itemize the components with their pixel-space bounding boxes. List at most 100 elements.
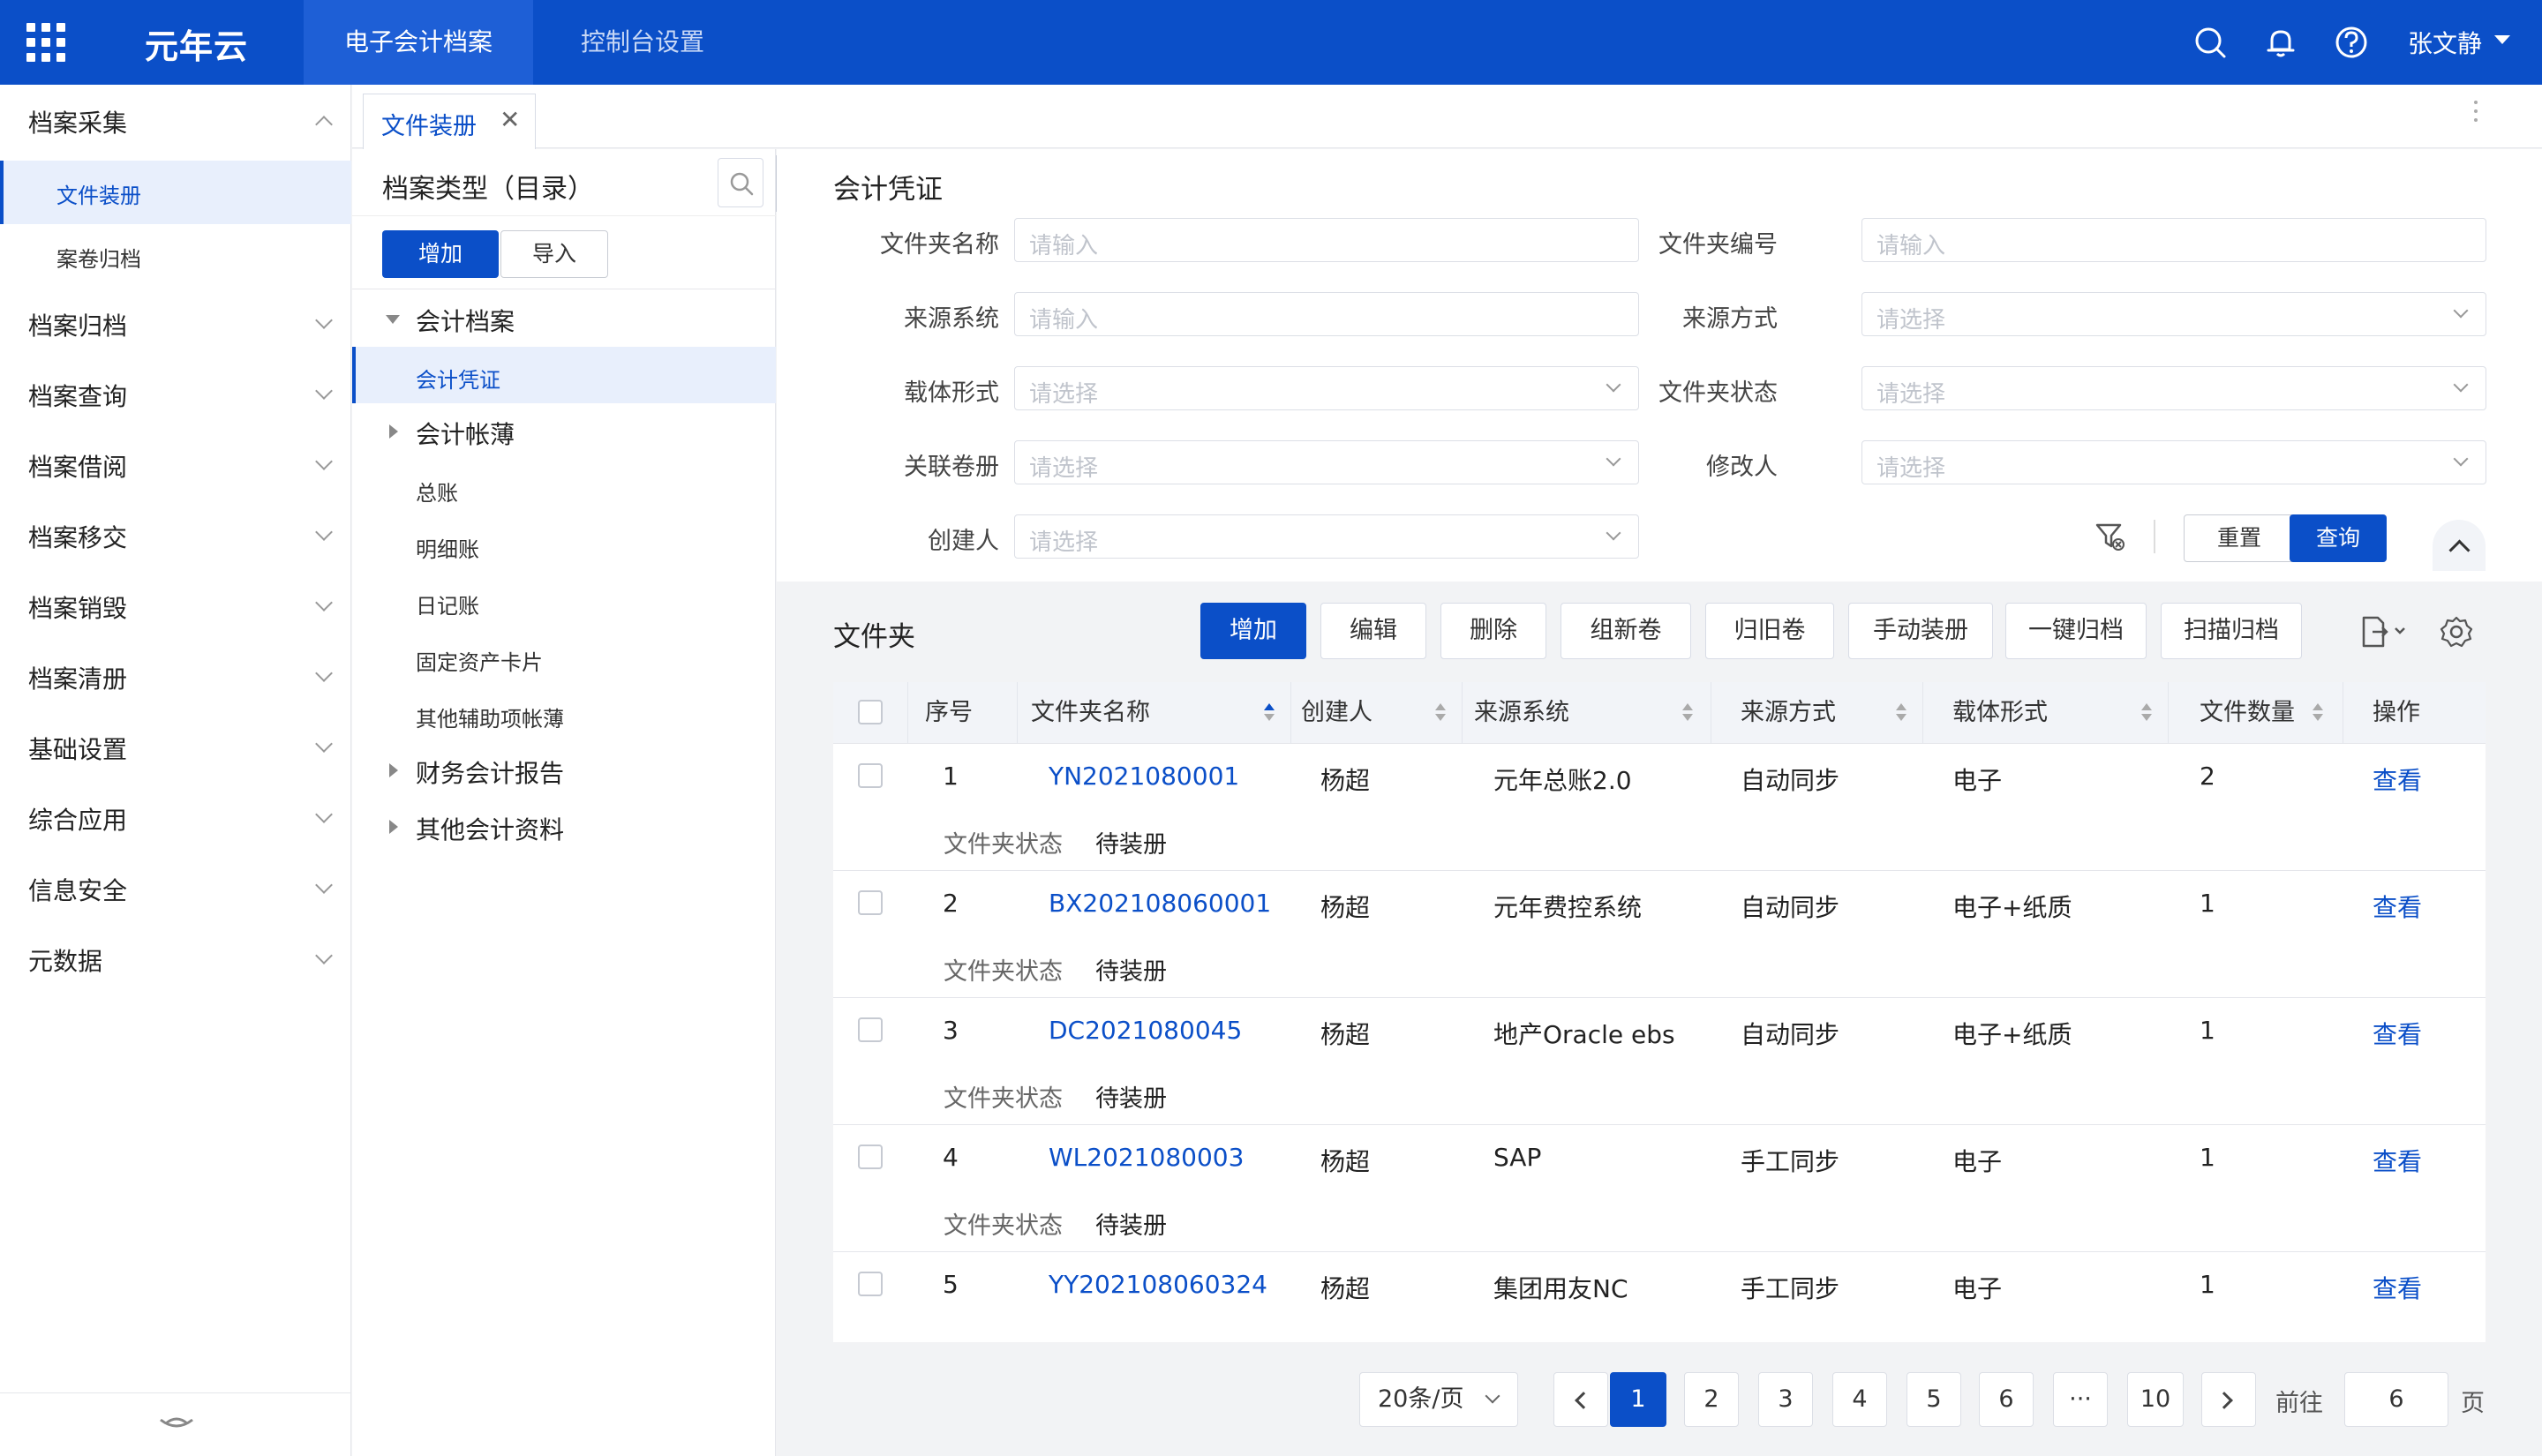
sort-icon[interactable] — [1682, 703, 1693, 723]
tree-node-journal[interactable]: 日记账 — [352, 573, 776, 629]
tab-file-binding[interactable]: 文件装册 ✕ — [363, 94, 536, 149]
nav-tab-console-settings[interactable]: 控制台设置 — [540, 0, 745, 85]
sort-icon[interactable] — [2313, 703, 2323, 723]
goto-page-input[interactable]: 6 — [2344, 1372, 2448, 1427]
page-ellipsis-button[interactable]: ··· — [2053, 1372, 2108, 1427]
tree-import-button[interactable]: 导入 — [500, 230, 608, 278]
caret-down-icon[interactable] — [386, 315, 400, 324]
reset-button[interactable]: 重置 — [2184, 514, 2295, 562]
row-checkbox[interactable] — [858, 763, 883, 788]
tree-node-other-aux-books[interactable]: 其他辅助项帐薄 — [352, 686, 776, 742]
edit-folder-button[interactable]: 编辑 — [1320, 603, 1426, 659]
tree-node-accounting-voucher[interactable]: 会计凭证 — [352, 347, 776, 403]
bell-icon[interactable] — [2263, 25, 2298, 60]
page-5-button[interactable]: 5 — [1906, 1372, 1961, 1427]
old-volume-button[interactable]: 归旧卷 — [1705, 603, 1834, 659]
view-link[interactable]: 查看 — [2373, 1270, 2422, 1305]
sidebar-group-basic-settings[interactable]: 基础设置 — [0, 711, 351, 782]
row-checkbox[interactable] — [858, 1017, 883, 1042]
tree-node-other-materials[interactable]: 其他会计资料 — [352, 799, 776, 855]
page-10-button[interactable]: 10 — [2127, 1372, 2184, 1427]
prev-page-button[interactable] — [1553, 1372, 1608, 1427]
tree-search-button[interactable] — [718, 158, 763, 207]
sidebar-group-archiving[interactable]: 档案归档 — [0, 288, 351, 358]
sidebar-group-borrowing[interactable]: 档案借阅 — [0, 429, 351, 499]
close-icon[interactable]: ✕ — [500, 105, 520, 134]
user-menu[interactable]: 张文静 — [2408, 25, 2482, 60]
export-icon[interactable] — [2358, 614, 2411, 649]
view-link[interactable]: 查看 — [2373, 889, 2422, 924]
column-header-creator[interactable]: 创建人 — [1301, 682, 1373, 744]
folder-name-link[interactable]: YY202108060324 — [1049, 1270, 1267, 1299]
view-link[interactable]: 查看 — [2373, 1016, 2422, 1051]
sort-icon[interactable] — [1264, 703, 1275, 723]
sidebar-group-archive-collection[interactable]: 档案采集 — [0, 85, 351, 155]
add-folder-button[interactable]: 增加 — [1200, 603, 1306, 659]
sidebar-item-file-binding[interactable]: 文件装册 — [0, 161, 351, 224]
sidebar-group-info-security[interactable]: 信息安全 — [0, 852, 351, 923]
sidebar-group-inventory[interactable]: 档案清册 — [0, 641, 351, 711]
sort-icon[interactable] — [1435, 703, 1446, 723]
sidebar-group-transfer[interactable]: 档案移交 — [0, 499, 351, 570]
query-button[interactable]: 查询 — [2290, 514, 2387, 562]
column-header-file-count[interactable]: 文件数量 — [2200, 682, 2295, 744]
chevron-down-icon[interactable] — [2494, 35, 2510, 44]
next-page-button[interactable] — [2201, 1372, 2256, 1427]
page-3-button[interactable]: 3 — [1758, 1372, 1813, 1427]
column-header-carrier[interactable]: 载体形式 — [1952, 682, 2048, 744]
collapse-filter-button[interactable] — [2433, 520, 2486, 571]
folder-name-link[interactable]: DC2021080045 — [1049, 1016, 1242, 1045]
tree-node-financial-report[interactable]: 财务会计报告 — [352, 742, 776, 799]
gear-icon[interactable] — [2439, 614, 2474, 649]
select-all-checkbox[interactable] — [858, 700, 883, 724]
collapse-sidebar-icon[interactable] — [157, 1411, 196, 1437]
sort-icon[interactable] — [1896, 703, 1906, 723]
apps-grid-icon[interactable] — [26, 23, 65, 62]
sidebar-group-destruction[interactable]: 档案销毁 — [0, 570, 351, 641]
source-system-input[interactable]: 请输入 — [1014, 292, 1639, 336]
linked-volume-select[interactable]: 请选择 — [1014, 440, 1639, 484]
source-method-select[interactable]: 请选择 — [1861, 292, 2486, 336]
column-header-source-system[interactable]: 来源系统 — [1474, 682, 1569, 744]
caret-right-icon[interactable] — [389, 820, 398, 834]
view-link[interactable]: 查看 — [2373, 762, 2422, 797]
row-checkbox[interactable] — [858, 1272, 883, 1296]
folder-number-input[interactable]: 请输入 — [1861, 218, 2486, 262]
view-link[interactable]: 查看 — [2373, 1143, 2422, 1178]
page-1-button[interactable]: 1 — [1610, 1372, 1666, 1427]
page-6-button[interactable]: 6 — [1979, 1372, 2034, 1427]
sort-icon[interactable] — [2141, 703, 2152, 723]
tree-node-detail-ledger[interactable]: 明细账 — [352, 516, 776, 573]
sidebar-group-metadata[interactable]: 元数据 — [0, 923, 351, 994]
page-size-select[interactable]: 20条/页 — [1359, 1372, 1518, 1427]
search-icon[interactable] — [2192, 25, 2228, 60]
tree-node-accounting-archive[interactable]: 会计档案 — [352, 290, 776, 347]
more-vertical-icon[interactable] — [2473, 101, 2478, 127]
tree-node-fixed-asset-card[interactable]: 固定资产卡片 — [352, 629, 776, 686]
manual-binding-button[interactable]: 手动装册 — [1848, 603, 1993, 659]
modifier-select[interactable]: 请选择 — [1861, 440, 2486, 484]
page-2-button[interactable]: 2 — [1684, 1372, 1739, 1427]
one-click-archive-button[interactable]: 一键归档 — [2005, 603, 2147, 659]
column-header-source-method[interactable]: 来源方式 — [1741, 682, 1836, 744]
delete-folder-button[interactable]: 删除 — [1440, 603, 1546, 659]
folder-name-input[interactable]: 请输入 — [1014, 218, 1639, 262]
folder-name-link[interactable]: YN2021080001 — [1049, 762, 1239, 791]
tree-add-button[interactable]: 增加 — [382, 230, 499, 278]
help-icon[interactable] — [2334, 25, 2369, 60]
tree-node-general-ledger[interactable]: 总账 — [352, 460, 776, 516]
row-checkbox[interactable] — [858, 1145, 883, 1169]
column-header-folder-name[interactable]: 文件夹名称 — [1031, 682, 1150, 744]
carrier-form-select[interactable]: 请选择 — [1014, 366, 1639, 410]
row-checkbox[interactable] — [858, 890, 883, 915]
page-4-button[interactable]: 4 — [1832, 1372, 1887, 1427]
sidebar-group-query[interactable]: 档案查询 — [0, 358, 351, 429]
caret-right-icon[interactable] — [389, 424, 398, 439]
folder-status-select[interactable]: 请选择 — [1861, 366, 2486, 410]
new-volume-button[interactable]: 组新卷 — [1561, 603, 1691, 659]
nav-tab-electronic-archive[interactable]: 电子会计档案 — [304, 0, 534, 85]
folder-name-link[interactable]: WL2021080003 — [1049, 1143, 1244, 1172]
scan-archive-button[interactable]: 扫描归档 — [2161, 603, 2302, 659]
sidebar-group-integrated-apps[interactable]: 综合应用 — [0, 782, 351, 852]
clear-filter-icon[interactable] — [2092, 518, 2127, 553]
